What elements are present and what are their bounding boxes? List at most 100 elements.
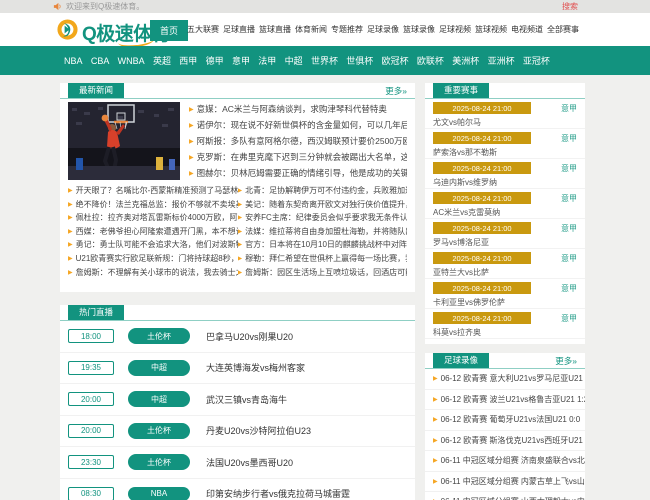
video-item[interactable]: ▶ 06-12 欧青赛 波兰U21vs格鲁吉亚U21 1:2 [425,390,585,410]
news-link[interactable]: 西媒：老佛爷担心阿隆索遭遇开门黑，本不想让... [76,227,238,236]
match-name[interactable]: 尤文vs帕尔马 [433,117,577,128]
tab-hot-live[interactable]: 热门直播 [68,305,125,320]
live-row[interactable]: 20:00 中超 武汉三镇vs青岛海牛 [60,384,415,416]
league-nav-item[interactable]: 西甲 [179,54,197,67]
news-item[interactable]: ▶ 穆勒：拜仁希望在世俱杯上赢得每一场比赛，我... [238,252,408,266]
main-nav-item[interactable]: 专题推荐 [331,24,363,35]
match-link[interactable]: 法国U20vs墨西哥U20 [206,456,293,469]
main-nav-item[interactable]: 足球视频 [439,24,471,35]
news-link[interactable]: 詹姆斯：不理解有关小球市的说法，我去骑士之... [76,268,238,277]
tab-latest-news[interactable]: 最新新闻 [68,83,125,98]
main-nav-item[interactable]: 篮球直播 [259,24,291,35]
news-link[interactable]: 绝不降价！法兰克福总监：报价不够就不卖埃基... [76,200,238,209]
news-item[interactable]: ▶ 西媒：老佛爷担心阿隆索遭遇开门黑，本不想让... [68,225,238,239]
live-row[interactable]: 18:00 土伦杯 巴拿马U20vs刚果U20 [60,321,415,353]
live-row[interactable]: 19:35 中超 大连英博海发vs梅州客家 [60,353,415,384]
match-name[interactable]: 亚特兰大vs比萨 [433,267,577,278]
league-nav-item[interactable]: 法甲 [258,54,276,67]
news-link[interactable]: 开天眼了？名嘴比尔-西蒙斯精准预测了马瑟林G... [76,186,238,195]
news-link[interactable]: U21欧青赛实行欧足联新规：门将持球超8秒，... [76,254,238,263]
news-more-link[interactable]: 更多» [385,85,407,97]
video-item[interactable]: ▶ 06-12 欧青赛 葡萄牙U21vs法国U21 0:0 [425,410,585,431]
important-match-item[interactable]: 2025-08-24 21:00 意甲 尤文vs帕尔马 [425,99,585,129]
match-name[interactable]: 乌迪内斯vs维罗纳 [433,177,577,188]
main-nav-item[interactable]: 足球录像 [367,24,399,35]
league-nav-item[interactable]: 德甲 [206,54,224,67]
league-nav-item[interactable]: 美洲杯 [452,54,479,67]
league-nav-item[interactable]: NBA [64,56,83,66]
match-link[interactable]: 大连英博海发vs梅州客家 [206,361,305,374]
news-link[interactable]: 法媒：维拉蒂将自由身加盟杜海勒，并将随队出... [245,227,407,236]
news-link[interactable]: 美记：随着东契奇离开欧文对独行侠价值提升，... [245,200,407,209]
nav-home-button[interactable]: 首页 [150,20,189,41]
news-item[interactable]: ▶诺伊尔：现在说不好新世俱杯的含金量如何，可以几年后再看看 [189,119,407,131]
league-nav-item[interactable]: 亚冠杯 [523,54,550,67]
news-link[interactable]: 北青：足协解聘伊万可不付违约金，兵败雅加达... [245,186,407,195]
league-nav-item[interactable]: 欧联杯 [417,54,444,67]
video-item[interactable]: ▶06-11 中冠区域分组赛 山西太理毅大vs内... [425,492,585,500]
live-row[interactable]: 08:30 NBA 印第安纳步行者vs俄克拉荷马城雷霆 [60,479,415,500]
league-nav-item[interactable]: 英超 [153,54,171,67]
important-match-item[interactable]: 2025-08-24 21:00 意甲 乌迪内斯vs维罗纳 [425,159,585,189]
video-link[interactable]: 06-12 欧青赛 斯洛伐克U21vs西班牙U21 ... [441,436,585,445]
main-nav-item[interactable]: 全部赛事 [547,24,579,35]
video-item[interactable]: ▶ 06-12 欧青赛 意大利U21vs罗马尼亚U21 ... [425,369,585,390]
news-link[interactable]: 诺伊尔：现在说不好新世俱杯的含金量如何，可以几年后再看看 [197,120,407,130]
news-item[interactable]: ▶ 阿斯报：多队有意阿格尔德，西汉姆联预计要价2500万欧 [189,135,407,147]
news-item[interactable]: ▶ 绝不降价！法兰克福总监：报价不够就不卖埃基... [68,198,238,212]
match-link[interactable]: 武汉三镇vs青岛海牛 [206,393,287,406]
main-nav-item[interactable]: 篮球视频 [475,24,507,35]
important-match-item[interactable]: 2025-08-24 21:00 意甲 萨索洛vs那不勒斯 [425,129,585,159]
match-name[interactable]: AC米兰vs克雷莫纳 [433,207,577,218]
important-match-item[interactable]: 2025-08-24 21:00 意甲 罗马vs博洛尼亚 [425,219,585,249]
main-nav-item[interactable]: 电视频道 [511,24,543,35]
league-nav-item[interactable]: CBA [91,56,110,66]
news-link[interactable]: 安养FC主席：纪律委员会似乎要求我无条件认错... [245,213,407,222]
news-item[interactable]: ▶ 安养FC主席：纪律委员会似乎要求我无条件认错... [238,211,408,225]
main-nav-item[interactable]: 足球直播 [223,24,255,35]
video-item[interactable]: ▶ 06-12 欧青赛 斯洛伐克U21vs西班牙U21 ... [425,431,585,451]
main-nav-item[interactable]: 五大联赛 [187,24,219,35]
league-nav-item[interactable]: WNBA [118,56,145,66]
news-item[interactable]: ▶ 佩杜拉：拉齐奥对塔瓦雷斯标价4000万欧，阿... [68,211,238,225]
tab-important-matches[interactable]: 重要赛事 [433,83,490,98]
video-link[interactable]: 06-11 中冠区域分组赛 济南泉盛联合vs北... [441,456,585,465]
match-name[interactable]: 卡利亚里vs佛罗伦萨 [433,297,577,308]
news-item[interactable]: ▶ 图赫尔：贝林厄姆需要正确的情绪引导，他是成功的关键因素 [189,167,407,179]
match-name[interactable]: 罗马vs博洛尼亚 [433,237,577,248]
videos-more-link[interactable]: 更多» [555,355,577,367]
news-photo[interactable] [68,102,180,180]
news-item[interactable]: ▶ 官方：日本将在10月10日的麒麟挑战杯中对阵... [238,238,408,252]
league-nav-item[interactable]: 欧冠杯 [382,54,409,67]
news-link[interactable]: 意媒：AC米兰与阿森纳谈判，求购津琴科代替特奥 [197,104,387,114]
news-link[interactable]: 克罗斯：在弗里克麾下迟到三分钟就会被踢出大名单，这在皇马... [197,152,407,162]
news-link[interactable]: 佩杜拉：拉齐奥对塔瓦雷斯标价4000万欧，阿... [76,213,238,222]
match-link[interactable]: 印第安纳步行者vs俄克拉荷马城雷霆 [206,487,350,500]
news-link[interactable]: 穆勒：拜仁希望在世俱杯上赢得每一场比赛，我... [245,254,407,263]
live-row[interactable]: 23:30 土伦杯 法国U20vs墨西哥U20 [60,447,415,479]
news-item[interactable]: ▶ 詹姆斯：不理解有关小球市的说法，我去骑士之... [68,266,238,280]
news-item[interactable]: ▶ 意媒：AC米兰与阿森纳谈判，求购津琴科代替特奥 [189,103,407,115]
important-match-item[interactable]: 2025-08-24 21:00 意甲 科莫vs拉齐奥 [425,309,585,339]
news-item[interactable]: ▶ 勇记：勇士队可能不会追求大洛，他们对波斯特... [68,238,238,252]
news-link[interactable]: 阿斯报：多队有意阿格尔德，西汉姆联预计要价2500万欧 [197,136,407,146]
match-name[interactable]: 萨索洛vs那不勒斯 [433,147,577,158]
video-link[interactable]: 06-12 欧青赛 波兰U21vs格鲁吉亚U21 1:2 [441,395,585,404]
news-item[interactable]: ▶ 詹姆斯：园区生活场上互喷垃圾话，回酒店可能... [238,266,408,280]
video-link[interactable]: 06-11 中冠区域分组赛 内蒙古草上飞vs山... [441,477,585,486]
video-link[interactable]: 06-12 欧青赛 葡萄牙U21vs法国U21 0:0 [441,415,581,424]
video-link[interactable]: 06-12 欧青赛 意大利U21vs罗马尼亚U21 ... [441,374,585,383]
news-item[interactable]: ▶克罗斯：在弗里克麾下迟到三分钟就会被踢出大名单，这在皇马... [189,151,407,163]
search-link[interactable]: 搜索 [562,0,578,13]
news-link[interactable]: 勇记：勇士队可能不会追求大洛，他们对波斯特... [76,240,238,249]
important-match-item[interactable]: 2025-08-24 21:00 意甲 AC米兰vs克雷莫纳 [425,189,585,219]
news-link[interactable]: 官方：日本将在10月10日的麒麟挑战杯中对阵... [245,240,407,249]
news-item[interactable]: ▶ 美记：随着东契奇离开欧文对独行侠价值提升，... [238,198,408,212]
important-match-item[interactable]: 2025-08-24 21:00 意甲 卡利亚里vs佛罗伦萨 [425,279,585,309]
important-match-item[interactable]: 2025-08-24 21:00 意甲 亚特兰大vs比萨 [425,249,585,279]
live-row[interactable]: 20:00 土伦杯 丹麦U20vs沙特阿拉伯U23 [60,416,415,447]
main-nav-item[interactable]: 体育新闻 [295,24,327,35]
news-item[interactable]: ▶ 北青：足协解聘伊万可不付违约金，兵败雅加达... [238,184,408,198]
league-nav-item[interactable]: 亚洲杯 [488,54,515,67]
news-item[interactable]: ▶ 法媒：维拉蒂将自由身加盟杜海勒，并将随队出... [238,225,408,239]
